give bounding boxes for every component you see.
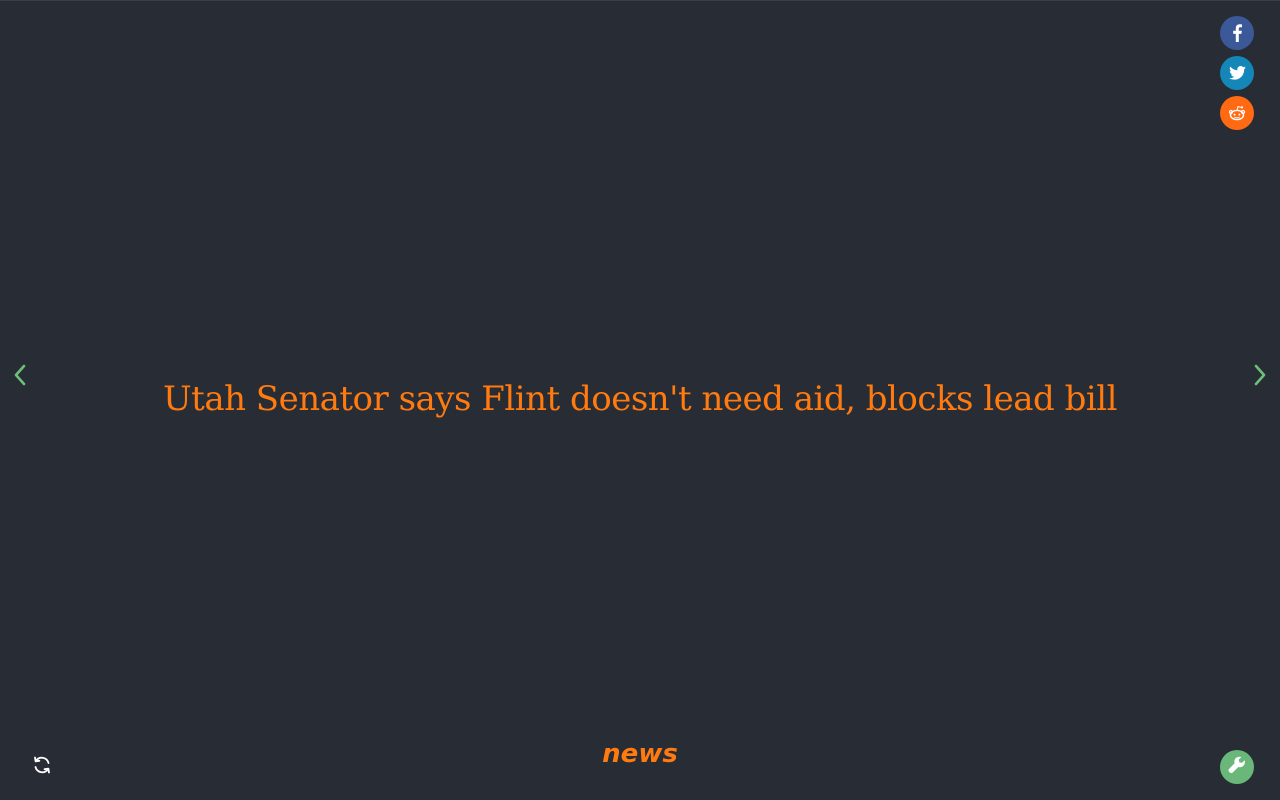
story-category: news bbox=[602, 739, 678, 769]
facebook-icon bbox=[1231, 24, 1243, 42]
twitter-share-button[interactable] bbox=[1220, 56, 1254, 90]
refresh-icon bbox=[32, 755, 52, 779]
reddit-icon bbox=[1228, 105, 1246, 121]
facebook-share-button[interactable] bbox=[1220, 16, 1254, 50]
story-headline[interactable]: Utah Senator says Flint doesn't need aid… bbox=[0, 376, 1280, 422]
twitter-icon bbox=[1228, 66, 1246, 80]
reddit-share-button[interactable] bbox=[1220, 96, 1254, 130]
refresh-button[interactable] bbox=[29, 754, 55, 780]
top-border bbox=[0, 0, 1280, 1]
wrench-icon bbox=[1228, 756, 1246, 778]
settings-button[interactable] bbox=[1220, 750, 1254, 784]
share-buttons bbox=[1220, 16, 1254, 130]
